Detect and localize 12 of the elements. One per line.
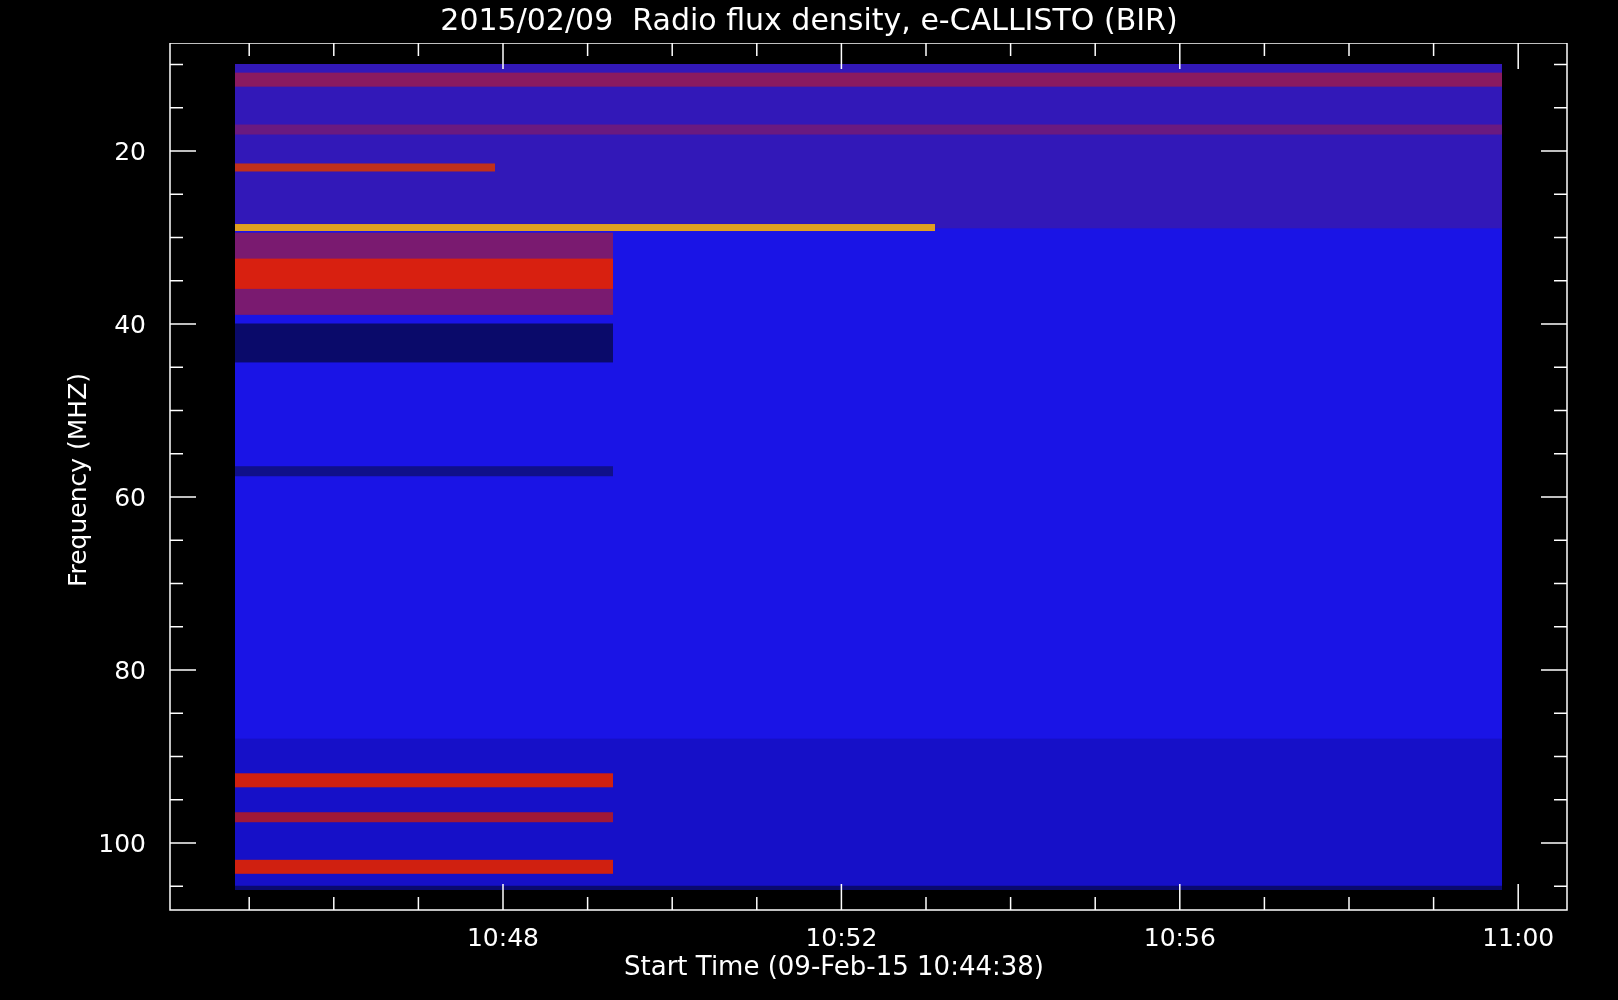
x-axis-label: Start Time (09-Feb-15 10:44:38) <box>624 951 1044 981</box>
y-tick-label: 80 <box>114 656 146 685</box>
x-tick-label: 10:56 <box>1143 923 1216 952</box>
chart-title: 2015/02/09 Radio flux density, e-CALLISTO (BIR) <box>439 1 1179 39</box>
y-axis-label: Frequency (MHZ) <box>63 372 92 588</box>
x-tick-label: 10:52 <box>805 923 878 952</box>
y-tick-label: 100 <box>98 829 146 858</box>
y-tick-label: 60 <box>114 483 146 512</box>
y-tick-label: 40 <box>114 310 146 339</box>
x-tick-label: 11:00 <box>1482 923 1555 952</box>
y-tick-label: 20 <box>114 137 146 166</box>
x-tick-label: 10:48 <box>467 923 539 952</box>
